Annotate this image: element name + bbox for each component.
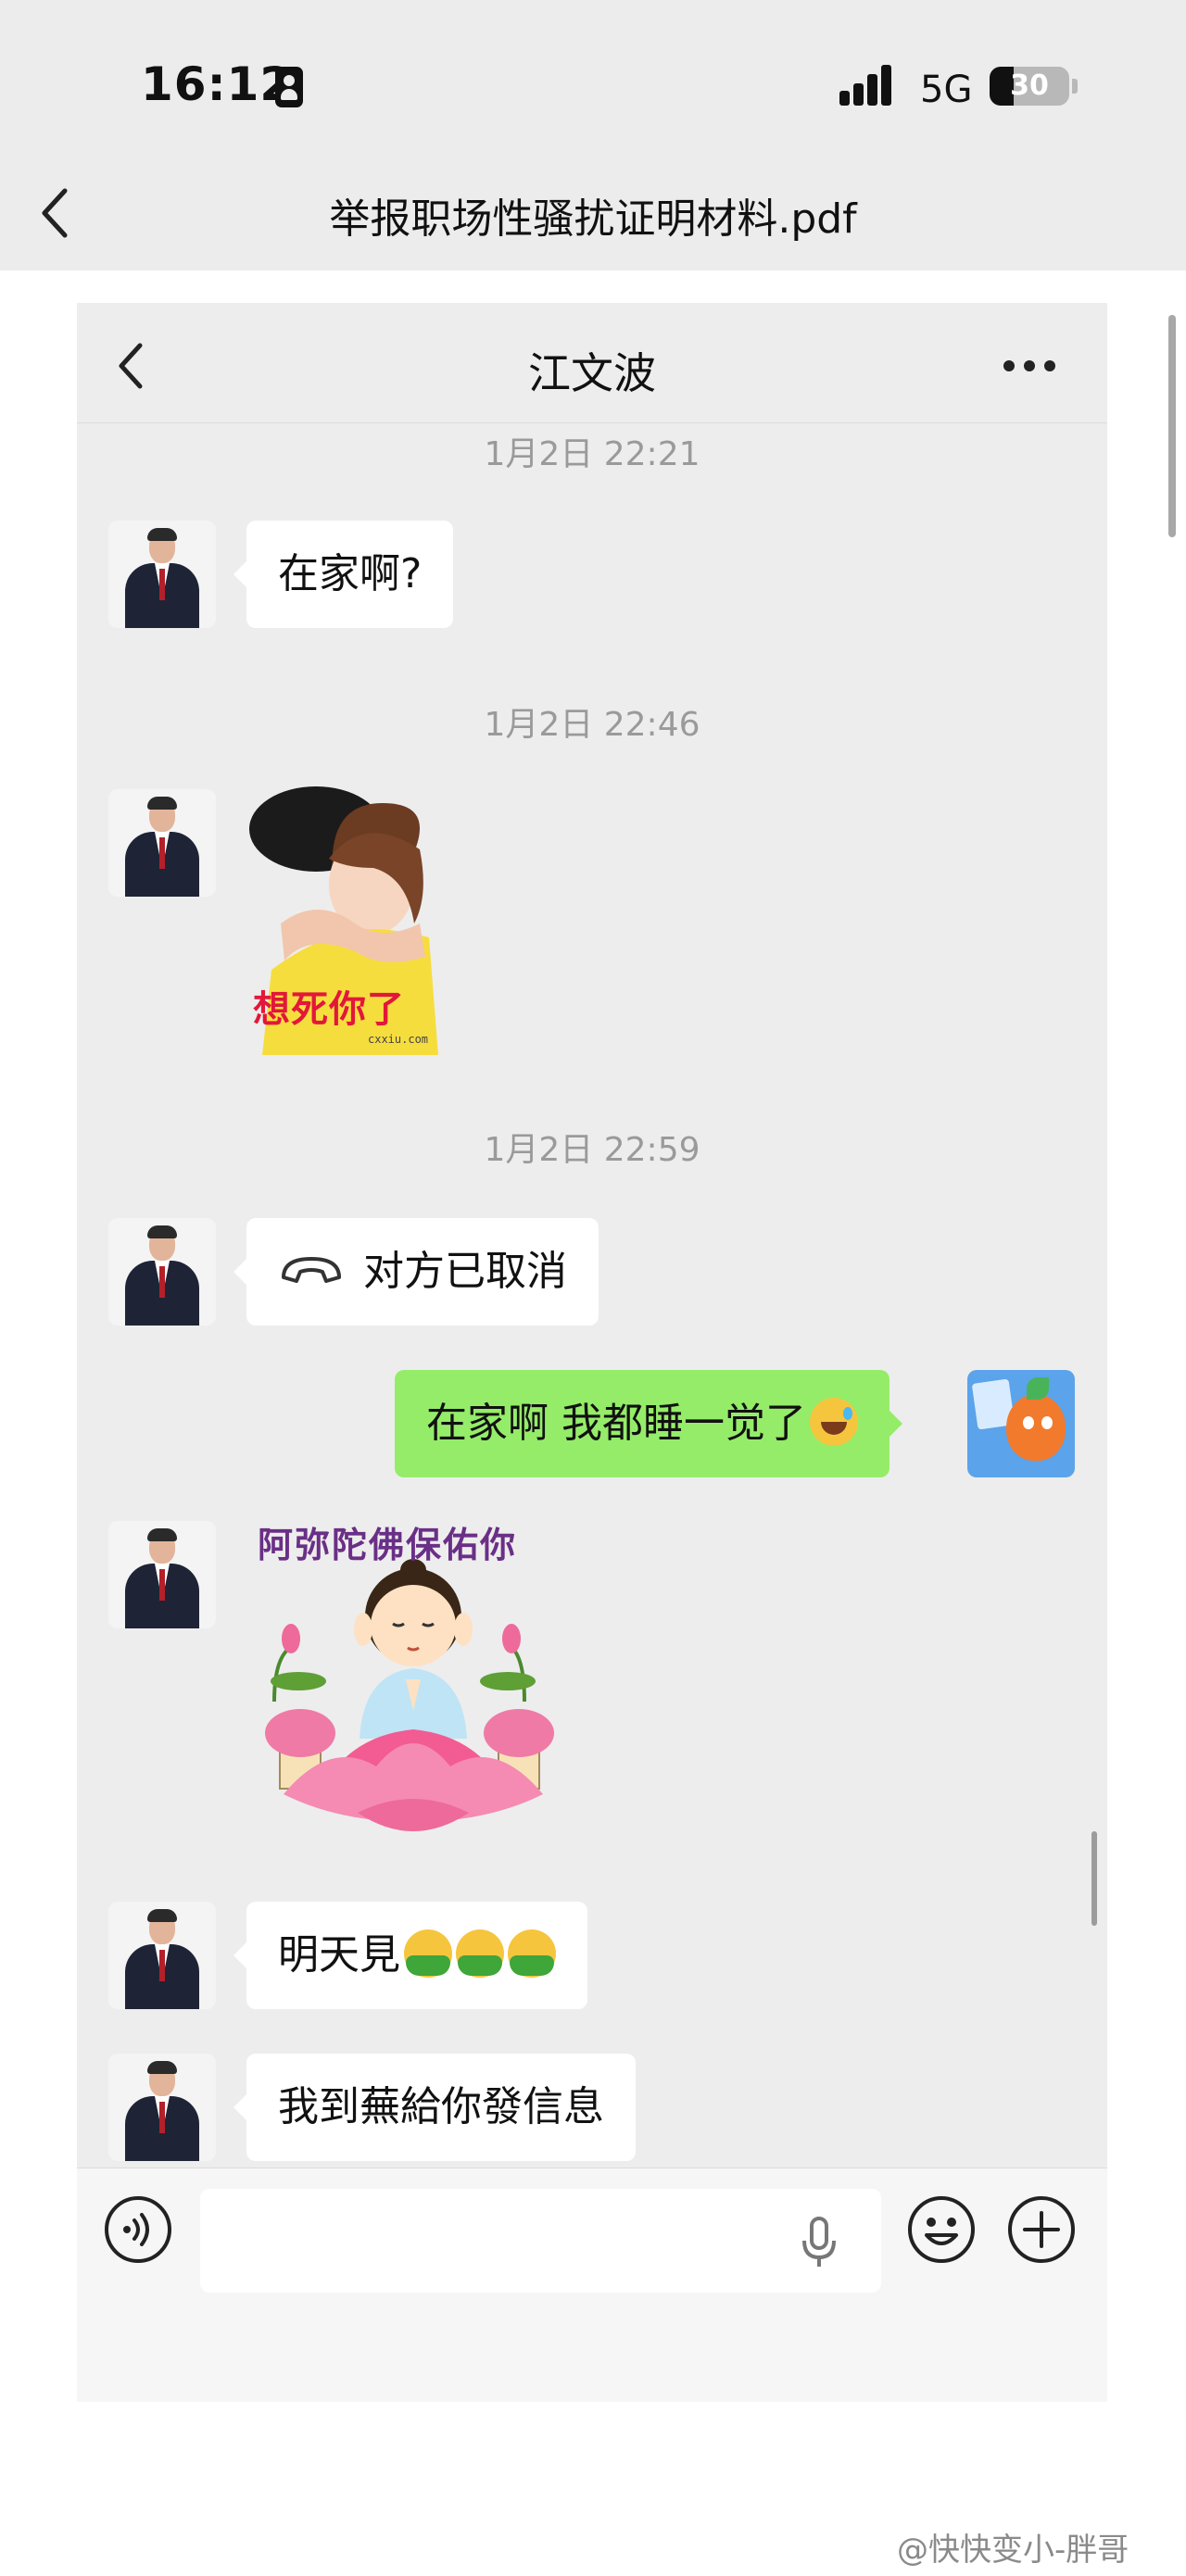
sticker-caption: 想死你了 (253, 988, 405, 1031)
hug-emoji-icon (404, 1929, 452, 1978)
message-bubble[interactable]: 明天見 (233, 1902, 587, 2009)
timestamp: 1月2日 22:59 (484, 1131, 700, 1169)
call-status-bubble[interactable]: 对方已取消 (233, 1218, 599, 1326)
message-text: 明天見 (278, 1931, 400, 1979)
call-status-text: 对方已取消 (363, 1248, 567, 1295)
phone-hangup-icon (282, 1257, 341, 1283)
self-avatar[interactable] (967, 1370, 1075, 1477)
avatar[interactable] (108, 789, 216, 897)
sticker-hug[interactable]: 想死你了 cxxiu.com (244, 785, 457, 1055)
hug-emoji-icon (456, 1929, 504, 1978)
chat-contact-name: 江文波 (528, 348, 656, 398)
message-bubble[interactable]: 我到蕪給你發信息 (233, 2054, 636, 2161)
timestamp: 1月2日 22:21 (484, 435, 700, 473)
battery-level: 30 (1010, 69, 1049, 102)
sticker-buddha[interactable]: 阿弥陀佛保佑你 (246, 1516, 580, 1868)
weibo-watermark: @快快变小-胖哥 (897, 2532, 1129, 2569)
battery-cap (1072, 79, 1078, 94)
network-label: 5G (920, 69, 973, 111)
self-message-text: 在家啊 我都睡一觉了 (426, 1400, 806, 1447)
chat-scrollbar[interactable] (1091, 1831, 1097, 1926)
document-title: 举报职场性骚扰证明材料.pdf (329, 195, 857, 243)
timestamp: 1月2日 22:46 (484, 706, 700, 744)
avatar[interactable] (108, 1218, 216, 1326)
battery-icon: 30 (990, 67, 1069, 106)
laugh-emoji-icon (810, 1398, 858, 1446)
microphone-icon[interactable] (801, 2215, 838, 2270)
message-bubble[interactable]: 在家啊? (233, 521, 454, 628)
avatar[interactable] (108, 1521, 216, 1628)
voice-input-icon[interactable] (103, 2194, 173, 2265)
status-time: 16:12 (141, 57, 294, 111)
plus-icon[interactable] (1006, 2194, 1077, 2265)
chat-input-bar (77, 2168, 1107, 2402)
status-bar: 16:12 5G 30 (0, 0, 1186, 157)
signal-icon (839, 65, 901, 106)
chat-screenshot: 江文波 1月2日 22:21 在家啊? 1月2日 22:46 想死你了 cxxi… (77, 303, 1107, 2402)
avatar[interactable] (108, 521, 216, 628)
chat-nav-bar: 江文波 (77, 303, 1107, 423)
sticker-caption: 阿弥陀佛保佑你 (258, 1525, 518, 1565)
avatar[interactable] (108, 2054, 216, 2161)
buddha-lotus-illustration (265, 1559, 554, 1831)
more-dots-icon[interactable] (1003, 358, 1059, 373)
smile-icon[interactable] (906, 2194, 977, 2265)
document-header: 举报职场性骚扰证明材料.pdf (0, 157, 1186, 270)
portrait-lock-icon (275, 67, 303, 107)
self-message-bubble[interactable]: 在家啊 我都睡一觉了 (395, 1370, 902, 1477)
avatar[interactable] (108, 1902, 216, 2009)
hug-emoji-icon (508, 1929, 556, 1978)
document-scrollbar[interactable] (1168, 315, 1176, 537)
sticker-watermark: cxxiu.com (368, 1033, 429, 1046)
message-input[interactable] (200, 2189, 881, 2293)
